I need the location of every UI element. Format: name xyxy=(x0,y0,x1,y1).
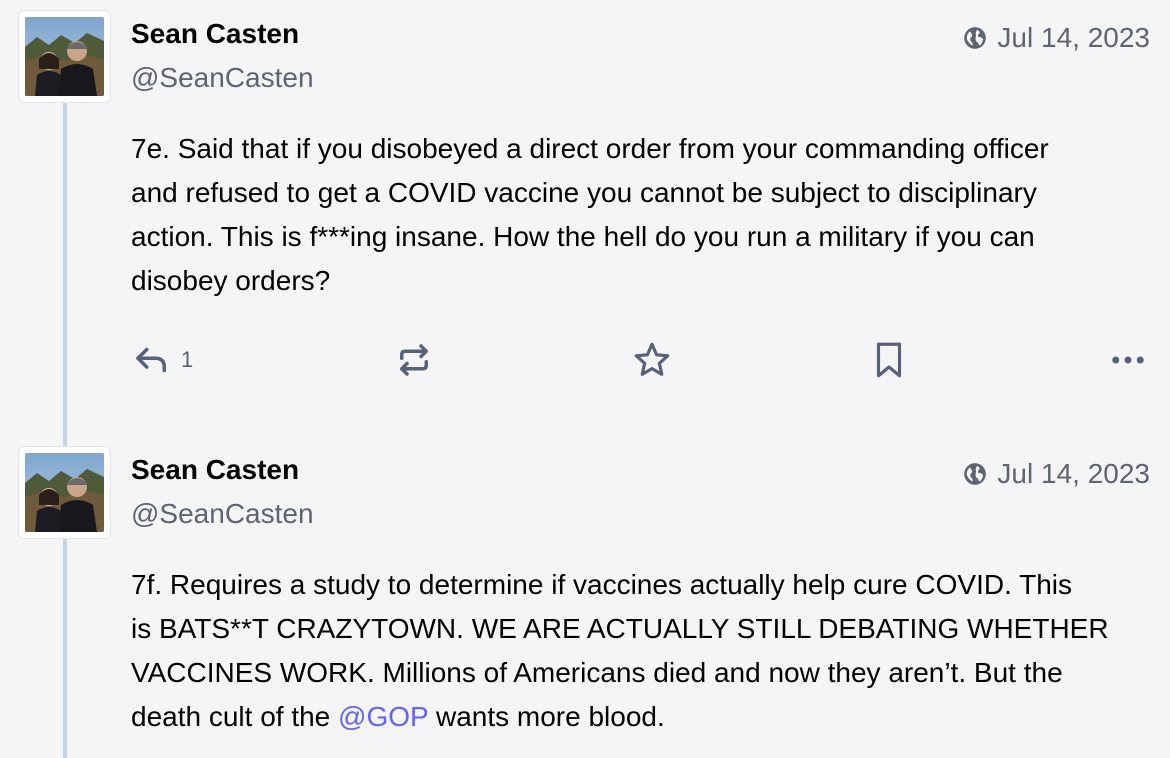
status-post[interactable]: Sean Casten @SeanCasten Jul 14, 2023 7e.… xyxy=(0,0,1170,440)
status-text-line: death cult of the @GOP wants more blood. xyxy=(131,695,1141,739)
bookmark-button[interactable] xyxy=(868,335,910,385)
reply-button[interactable]: 1 xyxy=(131,335,193,385)
status-text-line: is BATS**T CRAZYTOWN. WE ARE ACTUALLY ST… xyxy=(131,613,1109,644)
account-handle[interactable]: @SeanCasten xyxy=(131,62,314,94)
status-text-line: 7e. Said that if you disobeyed a direct … xyxy=(131,133,1049,164)
avatar[interactable] xyxy=(19,447,110,538)
avatar[interactable] xyxy=(19,11,110,102)
account-handle[interactable]: @SeanCasten xyxy=(131,498,314,530)
display-name[interactable]: Sean Casten xyxy=(131,454,299,486)
bookmark-icon xyxy=(876,342,902,378)
more-icon xyxy=(1112,356,1144,364)
status-post[interactable]: Sean Casten @SeanCasten Jul 14, 2023 7f.… xyxy=(0,436,1170,758)
globe-icon xyxy=(964,27,987,49)
more-button[interactable] xyxy=(1107,335,1149,385)
status-date[interactable]: Jul 14, 2023 xyxy=(997,22,1150,54)
avatar-image xyxy=(25,453,104,532)
globe-icon xyxy=(964,463,987,485)
boost-button[interactable] xyxy=(393,335,435,385)
status-text-line: action. This is f***ing insane. How the … xyxy=(131,221,1035,252)
status-text-line: 7f. Requires a study to determine if vac… xyxy=(131,569,1073,600)
display-name[interactable]: Sean Casten xyxy=(131,18,299,50)
favourite-button[interactable] xyxy=(631,335,673,385)
reply-icon xyxy=(136,347,166,373)
status-action-bar: 1 xyxy=(131,335,1151,385)
status-text-fragment: death cult of the xyxy=(131,701,339,732)
status-content: 7e. Said that if you disobeyed a direct … xyxy=(131,127,1141,303)
status-text-fragment: wants more blood. xyxy=(428,701,665,732)
status-meta[interactable]: Jul 14, 2023 xyxy=(962,22,1150,54)
status-content: 7f. Requires a study to determine if vac… xyxy=(131,563,1141,739)
status-text-line: VACCINES WORK. Millions of Americans die… xyxy=(131,657,1063,688)
status-meta[interactable]: Jul 14, 2023 xyxy=(962,458,1150,490)
star-icon xyxy=(634,342,670,376)
status-text-line: disobey orders? xyxy=(131,265,331,296)
mention-link[interactable]: @GOP xyxy=(338,701,428,732)
status-date[interactable]: Jul 14, 2023 xyxy=(997,458,1150,490)
boost-icon xyxy=(400,344,428,376)
status-text-line: and refused to get a COVID vaccine you c… xyxy=(131,177,1037,208)
reply-count: 1 xyxy=(181,347,194,372)
avatar-image xyxy=(25,17,104,96)
